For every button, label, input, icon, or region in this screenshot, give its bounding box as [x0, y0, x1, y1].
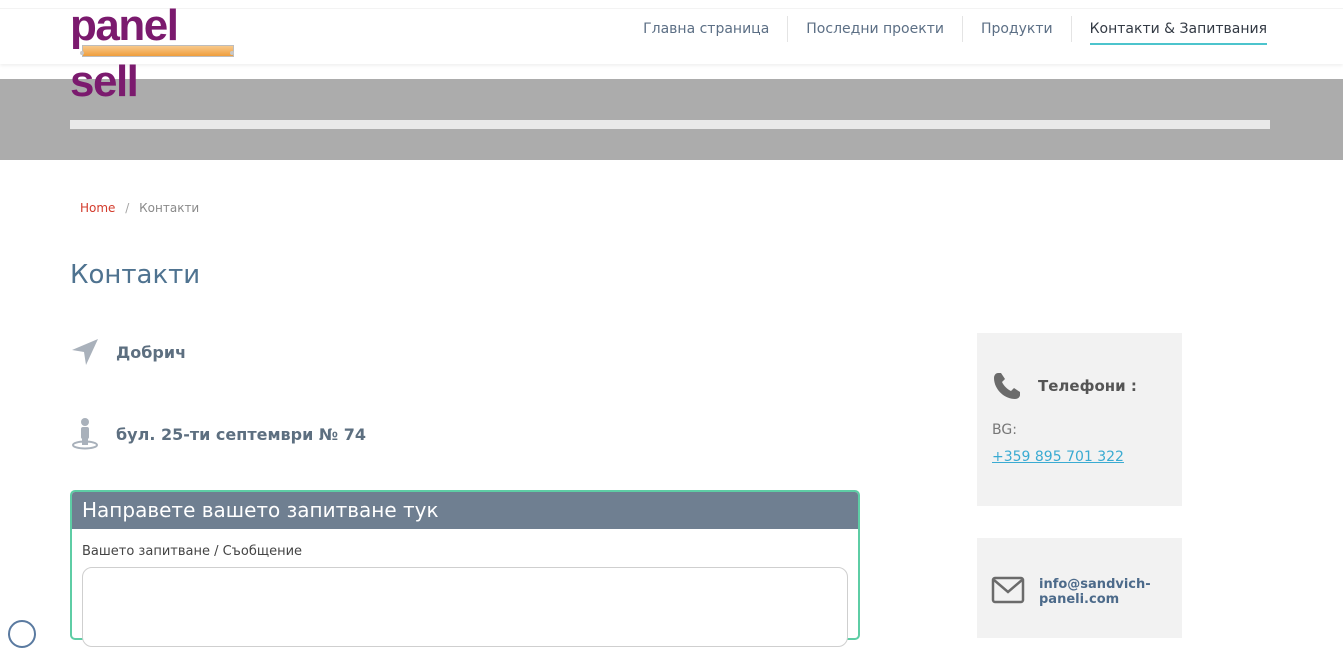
breadcrumb-home-link[interactable]: Home — [80, 201, 115, 215]
nav-item-projects[interactable]: Последни проекти — [787, 16, 962, 42]
inquiry-form: Направете вашето запитване тук Вашето за… — [70, 490, 860, 647]
page-title: Контакти — [70, 260, 201, 290]
site-logo[interactable]: panel sell — [70, 1, 240, 106]
email-card: info@sandvich-paneli.com — [977, 538, 1182, 638]
contact-address: бул. 25-ти септември № 74 — [116, 424, 366, 444]
nav-item-home[interactable]: Главна страница — [625, 16, 787, 42]
phones-card-header: Телефони : — [992, 371, 1137, 401]
email-address[interactable]: info@sandvich-paneli.com — [1039, 577, 1169, 607]
street-view-icon — [70, 418, 100, 450]
site-header: panel sell Главна страница Последни прое… — [0, 0, 1343, 106]
phones-card: Телефони : BG: +359 895 701 322 — [977, 333, 1182, 506]
contact-city: Добрич — [116, 342, 187, 362]
main-nav: Главна страница Последни проекти Продукт… — [625, 16, 1285, 45]
phone-link[interactable]: +359 895 701 322 — [992, 449, 1124, 465]
logo-text: panel sell — [70, 1, 179, 106]
breadcrumb-separator: / — [125, 201, 130, 215]
envelope-icon — [991, 576, 1025, 604]
message-label: Вашето запитване / Съобщение — [82, 544, 303, 559]
phone-icon — [994, 373, 1020, 399]
location-arrow-icon — [70, 336, 100, 368]
contact-city-row: Добрич — [70, 336, 186, 368]
phone-country-label: BG: — [992, 422, 1017, 438]
form-heading: Направете вашето запитване тук — [72, 492, 858, 529]
nav-item-contacts[interactable]: Контакти & Запитвания — [1070, 16, 1285, 45]
phones-title: Телефони : — [1038, 377, 1137, 395]
breadcrumb-current: Контакти — [139, 201, 200, 215]
nav-item-products[interactable]: Продукти — [961, 16, 1071, 42]
contact-address-row: бул. 25-ти септември № 74 — [70, 418, 366, 450]
scroll-top-button[interactable] — [8, 620, 36, 648]
message-textarea[interactable] — [82, 567, 848, 647]
breadcrumb: Home / Контакти — [80, 201, 199, 215]
banner-bar — [70, 120, 1270, 129]
